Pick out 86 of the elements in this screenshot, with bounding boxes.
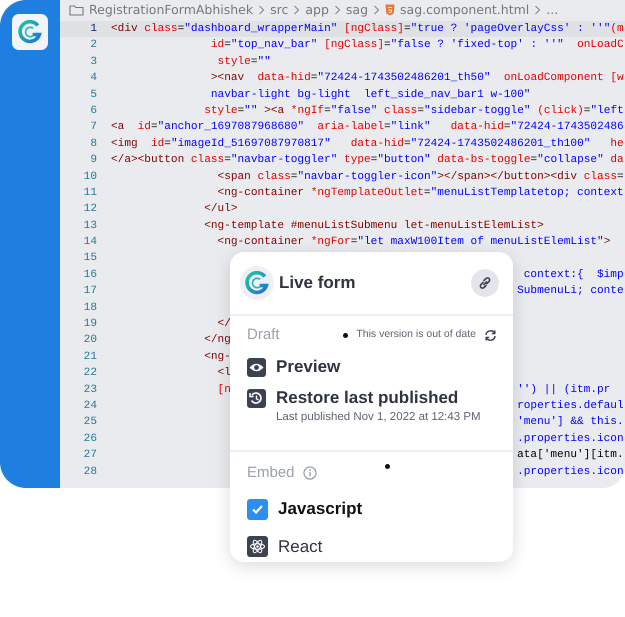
code-line: <l	[218, 367, 231, 380]
option-label[interactable]: Javascript	[278, 496, 362, 522]
section-label: Draft	[247, 325, 280, 345]
code-line: SubmenuLi; conte	[517, 285, 624, 298]
code-line: <span class="navbar-toggler-icon"></span></button><div class=	[218, 170, 624, 183]
code-line: style="" ><a *ngIf="false" class="sidebar-toggle" (click)="left	[204, 104, 624, 117]
popup-title: Live form	[279, 272, 357, 294]
menu-item[interactable]: Restore last published	[276, 386, 481, 408]
line-number: 20	[82, 333, 97, 348]
code-line: <ng-container *ngFor="let maxW100Item of menuListElemList">	[218, 236, 610, 248]
code-line: <img id="imageId_51697087970817" data-hid="72424-1743502486201_th100" he	[111, 138, 624, 150]
breadcrumb-item[interactable]: src	[270, 0, 288, 20]
code-line: <div class="dashboard_wrapperMain" [ngClass]="true ? 'pageOverlayCss' : ''"(m	[111, 23, 624, 35]
line-number: 10	[82, 170, 97, 185]
line-number: 15	[82, 251, 97, 266]
line-number: 7	[89, 120, 97, 136]
code-line: </ng	[204, 334, 231, 346]
link-button[interactable]	[471, 269, 499, 297]
line-number: 14	[82, 235, 97, 250]
code-line: .properties.icon	[517, 432, 624, 445]
line-number: 8	[89, 136, 97, 152]
link-icon	[478, 276, 492, 290]
line-number: 21	[82, 350, 97, 365]
line-number: 5	[89, 88, 97, 103]
code-line: <a id="anchor_1697087968680" aria-label="link" data-hid="72424-1743502486	[111, 121, 624, 134]
chevron-icon	[293, 5, 300, 15]
line-number: 9	[89, 153, 97, 168]
breadcrumb-item[interactable]: ...	[546, 0, 558, 20]
line-number: 13	[82, 218, 97, 234]
chevron-icon	[373, 5, 380, 15]
line-number: 17	[82, 284, 97, 300]
line-number: 6	[89, 104, 97, 119]
line-number: 1	[89, 22, 97, 37]
info-icon	[302, 466, 317, 480]
code-line: [n	[218, 384, 231, 396]
line-number: 22	[82, 366, 97, 382]
code-line: navbar-light bg-light left_side_nav_bar1 w-100"	[210, 88, 530, 101]
breadcrumb-item[interactable]: sag.component.html	[400, 0, 530, 20]
breadcrumb-item[interactable]: app	[305, 0, 329, 20]
line-number: 28	[82, 464, 97, 480]
line-number: 18	[82, 300, 97, 316]
app-logo[interactable]	[12, 14, 48, 50]
line-number: 2	[89, 38, 97, 54]
checkbox[interactable]	[247, 498, 268, 520]
checkmark-icon	[251, 502, 264, 516]
option-label[interactable]: React	[278, 534, 322, 560]
code-line: roperties.defaul	[517, 400, 624, 412]
code-line: .properties.icon	[517, 466, 624, 478]
code-line: <ng-container *ngTemplateOutlet="menuListTemplatetop; context	[218, 186, 624, 199]
code-line: '') || (itm.pr	[517, 384, 610, 396]
line-number: 24	[82, 398, 97, 414]
line-number: 27	[82, 448, 97, 464]
code-line: ><nav data-hid="72424-1743502486201_th50" onLoadComponent [w	[210, 72, 624, 84]
code-line: ata['menu'][itm.	[517, 449, 624, 462]
status-text: This version is out of date	[356, 327, 476, 342]
section-label: Embed	[247, 462, 295, 483]
line-number: 4	[89, 71, 97, 86]
line-number: 12	[82, 202, 97, 218]
line-number: 16	[82, 268, 97, 283]
code-line: </ul>	[204, 203, 238, 216]
folder-icon	[69, 4, 84, 16]
code-line: <ng-template #menuListSubmenu let-menuListElemList>	[204, 220, 544, 232]
chevron-icon	[534, 5, 542, 15]
marker-dot	[384, 464, 390, 468]
code-line: 'menu'] && this.	[517, 416, 624, 428]
menu-item[interactable]: Preview	[276, 356, 340, 378]
code-line: style=""	[218, 56, 271, 68]
code-line: </	[218, 318, 231, 330]
line-number: 25	[82, 415, 97, 430]
status-dot	[343, 332, 348, 338]
line-number: 19	[82, 317, 97, 332]
subtitle-text: Last published Nov 1, 2022 at 12:43 PM	[276, 410, 481, 424]
breadcrumb-item[interactable]: RegistrationFormAbhishek	[89, 0, 254, 20]
chevron-icon	[334, 5, 341, 15]
code-line: id="top_nav_bar" [ngClass]="false ? 'fixed-top' : ''" onLoadC	[210, 39, 624, 52]
code-line: <ng-	[204, 350, 231, 363]
breadcrumb-item[interactable]: sag	[346, 0, 368, 20]
logo-icon	[17, 19, 43, 45]
html-file-icon	[385, 4, 396, 16]
code-line: </a><button class="navbar-toggler" type="button" data-bs-toggle="collapse" da	[111, 154, 624, 166]
line-number: 23	[82, 382, 97, 398]
line-number: 26	[82, 432, 97, 447]
line-number: 3	[89, 54, 97, 70]
code-line: context:{ $imp	[522, 268, 624, 281]
chevron-icon	[258, 5, 266, 15]
line-number: 11	[82, 186, 97, 201]
